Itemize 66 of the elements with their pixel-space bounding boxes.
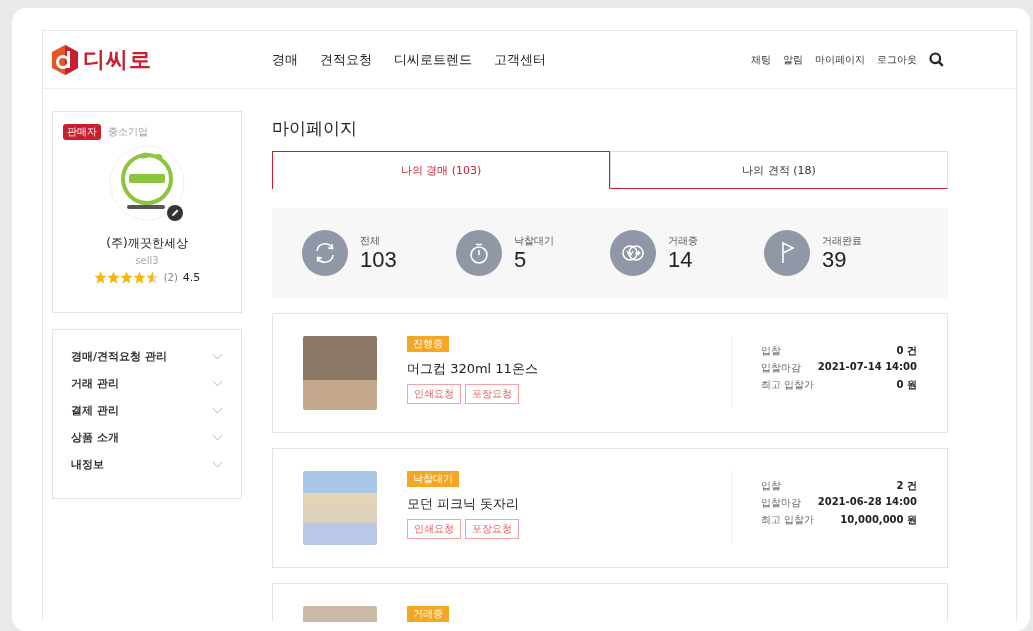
- header-link[interactable]: 알림: [783, 52, 803, 67]
- user-id: sell3: [135, 255, 159, 266]
- stat-value: 103: [360, 247, 397, 273]
- detail-label: 입찰: [761, 479, 781, 493]
- seller-badge: 판매자: [63, 124, 101, 140]
- stat-label: 거래중: [668, 233, 698, 248]
- nav-link[interactable]: 디씨로트렌드: [394, 50, 472, 69]
- detail-label: 입찰: [761, 344, 781, 358]
- detail-value: 2 건: [896, 479, 917, 493]
- tab[interactable]: 나의 견적 (18): [610, 151, 948, 189]
- header-link[interactable]: 마이페이지: [815, 52, 865, 67]
- stat-value: 14: [668, 247, 694, 273]
- auction-card[interactable]: 낙찰대기 모던 피크닉 돗자리 인쇄요청 포장요청 입찰 2 건 입찰마감 2021-06-28 14:00 최고 입찰가 10,000,000 원: [272, 448, 948, 568]
- edit-icon[interactable]: [167, 205, 183, 221]
- menu-item[interactable]: 경매/견적요청 관리: [71, 348, 223, 365]
- stat-label: 전체: [360, 233, 381, 248]
- stat-value: 5: [514, 247, 528, 273]
- nav-link[interactable]: 견적요청: [320, 50, 372, 69]
- star-icon: [132, 271, 146, 284]
- detail-label: 입찰마감: [761, 496, 801, 510]
- detail-value: 0 건: [896, 344, 917, 358]
- menu-item[interactable]: 상품 소개: [71, 429, 223, 446]
- request-tag: 인쇄요청: [407, 384, 461, 404]
- refresh-icon: [302, 230, 348, 276]
- page-title: 마이페이지: [272, 117, 358, 140]
- company-name: (주)깨끗한세상: [106, 235, 188, 252]
- review-count: (2): [163, 272, 178, 283]
- company-type: 중소기업: [108, 125, 148, 139]
- status-badge: 진행중: [407, 336, 449, 352]
- flag-icon: [764, 230, 810, 276]
- logo-icon: [52, 44, 78, 75]
- nav-link[interactable]: 고객센터: [494, 50, 546, 69]
- request-tag: 인쇄요청: [407, 519, 461, 539]
- star-icon: [119, 271, 133, 284]
- rating-value: 4.5: [182, 271, 201, 284]
- stat-label: 낙찰대기: [514, 233, 554, 248]
- tab[interactable]: 나의 경매 (103): [272, 151, 610, 189]
- star-icon: [106, 271, 120, 284]
- nav-link[interactable]: 경매: [272, 50, 298, 69]
- detail-value: 2021-07-14 14:00: [817, 361, 917, 374]
- stopwatch-icon: [456, 230, 502, 276]
- item-title: 모던 피크닉 돗자리: [407, 495, 520, 513]
- detail-label: 최고 입찰가: [761, 378, 815, 392]
- search-icon[interactable]: [929, 52, 944, 67]
- status-badge: 낙찰대기: [407, 471, 459, 487]
- star-icon: [93, 271, 107, 284]
- menu-item[interactable]: 내정보: [71, 456, 223, 473]
- menu-item[interactable]: 거래 관리: [71, 375, 223, 392]
- detail-value: 2021-06-28 14:00: [817, 496, 917, 509]
- header-link[interactable]: 로그아웃: [877, 52, 917, 67]
- coins-icon: [610, 230, 656, 276]
- stat-value: 39: [822, 247, 848, 273]
- stat-label: 거래완료: [822, 233, 862, 248]
- detail-label: 최고 입찰가: [761, 513, 815, 527]
- detail-value: 10,000,000 원: [840, 513, 917, 527]
- request-tag: 포장요청: [465, 519, 519, 539]
- detail-value: 0 원: [896, 378, 917, 392]
- logo-text[interactable]: 디씨로: [83, 44, 152, 75]
- star-icon: [145, 271, 159, 284]
- auction-card[interactable]: 진행중 머그컵 320ml 11온스 인쇄요청 포장요청 입찰 0 건 입찰마감 2021-07-14 14:00 최고 입찰가 0 원: [272, 313, 948, 433]
- request-tag: 포장요청: [465, 384, 519, 404]
- detail-label: 입찰마감: [761, 361, 801, 375]
- item-title: 머그컵 320ml 11온스: [407, 360, 538, 378]
- menu-item[interactable]: 결제 관리: [71, 402, 223, 419]
- status-badge: 거래중: [407, 606, 449, 622]
- header-link[interactable]: 채팅: [751, 52, 771, 67]
